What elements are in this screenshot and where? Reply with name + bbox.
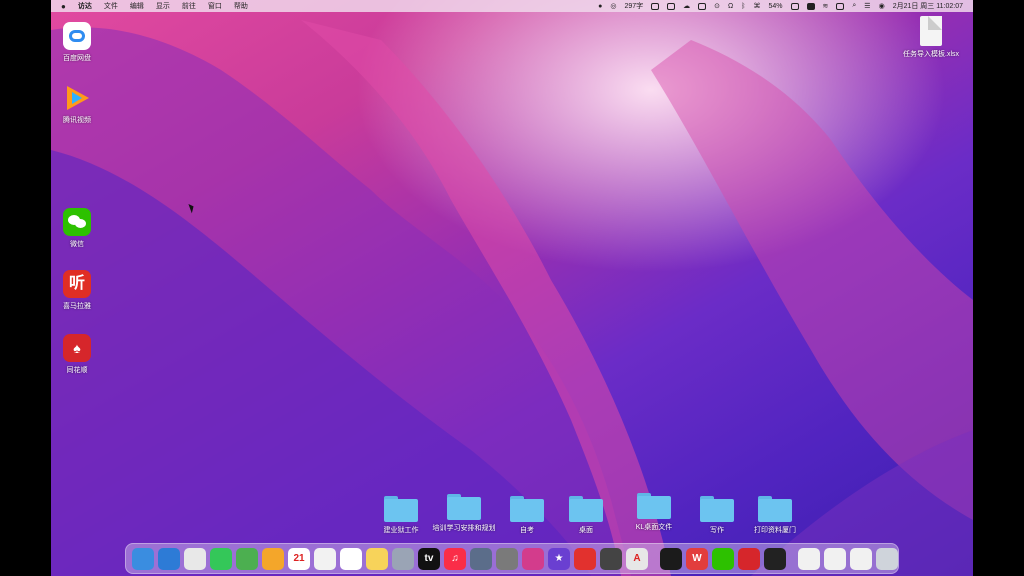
desktop-icon-tencent-video[interactable]: 腾讯视频: [51, 84, 107, 125]
dock-zoom-video-icon[interactable]: [764, 547, 786, 570]
battery-icon[interactable]: [790, 2, 799, 10]
dock-trash-icon[interactable]: [876, 547, 898, 570]
folder-item[interactable]: KL桌面文件: [619, 493, 689, 532]
folder-icon: [447, 494, 481, 520]
dock-chrome-icon[interactable]: [184, 547, 206, 570]
dock-apple-tv-icon[interactable]: tv: [418, 547, 440, 570]
menu-view[interactable]: 显示: [156, 1, 170, 11]
dock-photos-icon[interactable]: [262, 547, 284, 570]
dock-calendar-icon[interactable]: 21: [288, 547, 310, 570]
folder-item[interactable]: 培训学习安排和规划: [429, 494, 499, 533]
xlsx-file-icon: [920, 16, 942, 46]
apple-menu-icon[interactable]: ●: [61, 2, 66, 11]
dock-maps-icon[interactable]: [236, 547, 258, 570]
desktop-icon-label: 喜马拉雅: [63, 303, 91, 310]
folder-label: 建业狱工作: [383, 527, 419, 534]
dock-app-magenta-icon[interactable]: [522, 547, 544, 570]
control-center-icon[interactable]: ☰: [864, 2, 870, 10]
desktop-icon-label: 同花顺: [66, 367, 88, 374]
dock-imovie-icon[interactable]: ★: [548, 547, 570, 570]
dock-safari-icon[interactable]: [158, 547, 180, 570]
wps-status-icon[interactable]: [667, 2, 676, 10]
menu-edit[interactable]: 编辑: [130, 1, 144, 11]
dock-app-preview-icon[interactable]: [470, 547, 492, 570]
dock-freeform-icon[interactable]: [314, 547, 336, 570]
control-icon[interactable]: ⌘: [753, 2, 760, 10]
folder-icon: [510, 496, 544, 522]
folder-label: 桌面: [579, 527, 593, 534]
dock-wps-icon[interactable]: W: [686, 547, 708, 570]
desktop-file-xlsx[interactable]: 任务导入模板.xlsx: [901, 16, 961, 59]
desktop-icon-label: 腾讯视频: [63, 117, 91, 124]
cloud-icon[interactable]: ☁: [683, 2, 690, 10]
baidu-netdisk-icon: [63, 22, 91, 50]
desktop-icon-wechat[interactable]: 微信: [51, 208, 107, 249]
battery-percent[interactable]: 54%: [768, 3, 782, 10]
dock-doc-thumb-3-icon[interactable]: [850, 547, 872, 570]
dock-notes-icon[interactable]: [366, 547, 388, 570]
folder-label: 培训学习安排和规划: [432, 525, 496, 532]
dock-wechat-icon[interactable]: [712, 547, 734, 570]
dock-doc-thumb-2-icon[interactable]: [824, 547, 846, 570]
menu-window[interactable]: 窗口: [208, 1, 222, 11]
menu-help[interactable]: 帮助: [234, 1, 248, 11]
app-status-icon[interactable]: [836, 2, 845, 10]
tonghuashun-icon: ♠: [63, 334, 91, 362]
desktop-icon-label: 百度网盘: [63, 55, 91, 62]
folder-item[interactable]: 打印资料厦门: [740, 496, 810, 535]
folder-item[interactable]: 桌面: [551, 496, 621, 535]
camera-icon[interactable]: [806, 2, 815, 10]
menu-finder[interactable]: 访达: [78, 1, 92, 11]
dock-terminal-icon[interactable]: [660, 547, 682, 570]
desktop-icon-label: 微信: [70, 241, 84, 248]
dock-launchpad-icon[interactable]: [392, 547, 414, 570]
desktop-icon-ximalaya[interactable]: 听 喜马拉雅: [51, 270, 107, 311]
grid-icon[interactable]: [651, 2, 660, 10]
dock-app-red-icon[interactable]: [574, 547, 596, 570]
dock-messages-icon[interactable]: [210, 547, 232, 570]
dock-reminders-icon[interactable]: [340, 547, 362, 570]
menu-bar: ● 访达 文件 编辑 显示 前往 窗口 帮助 ● ◎ 297字 ☁ ⊙ Ω ᛒ …: [51, 0, 973, 12]
folder-icon: [569, 496, 603, 522]
folder-icon: [384, 496, 418, 522]
tencent-video-icon: [63, 84, 91, 112]
bluetooth-icon[interactable]: ᛒ: [741, 3, 745, 10]
folder-icon: [637, 493, 671, 519]
wallpaper: [51, 20, 973, 576]
search-icon[interactable]: ⌕: [852, 2, 856, 10]
dock-screenshot-icon[interactable]: [600, 547, 622, 570]
dock-system-settings-icon[interactable]: [496, 547, 518, 570]
word-count[interactable]: 297字: [624, 1, 643, 11]
wechat-icon: [63, 208, 91, 236]
datetime[interactable]: 2月21日 周三 11:02:07: [893, 1, 963, 11]
dock-finder-icon[interactable]: [132, 547, 154, 570]
dock: 21 tv ♫ ★ A W: [125, 543, 899, 574]
desktop-icon-baidu[interactable]: 百度网盘: [51, 22, 107, 63]
dock-doc-thumb-1-icon[interactable]: [798, 547, 820, 570]
folder-icon: [700, 496, 734, 522]
folder-label: 打印资料厦门: [754, 527, 796, 534]
folder-item[interactable]: 建业狱工作: [366, 496, 436, 535]
dock-music-icon[interactable]: ♫: [444, 547, 466, 570]
file-label: 任务导入模板.xlsx: [903, 51, 959, 58]
record-icon[interactable]: ●: [598, 3, 602, 10]
desktop-icon-tonghuashun[interactable]: ♠ 同花顺: [51, 334, 107, 375]
siri-icon[interactable]: ◉: [879, 2, 885, 10]
display-icon[interactable]: [698, 2, 707, 10]
wechat-status-icon[interactable]: ◎: [610, 2, 616, 10]
folder-icon: [758, 496, 792, 522]
dock-tonghuashun-icon[interactable]: [738, 547, 760, 570]
headphones-icon[interactable]: Ω: [728, 3, 733, 10]
menu-go[interactable]: 前往: [182, 1, 196, 11]
play-icon[interactable]: ⊙: [714, 2, 720, 10]
ximalaya-icon: 听: [63, 270, 91, 298]
wifi-icon[interactable]: ≋: [823, 2, 829, 10]
folder-label: KL桌面文件: [635, 524, 673, 531]
desktop-screen: ● 访达 文件 编辑 显示 前往 窗口 帮助 ● ◎ 297字 ☁ ⊙ Ω ᛒ …: [51, 0, 973, 576]
dock-autocad-icon[interactable]: A: [626, 547, 648, 570]
menu-file[interactable]: 文件: [104, 1, 118, 11]
